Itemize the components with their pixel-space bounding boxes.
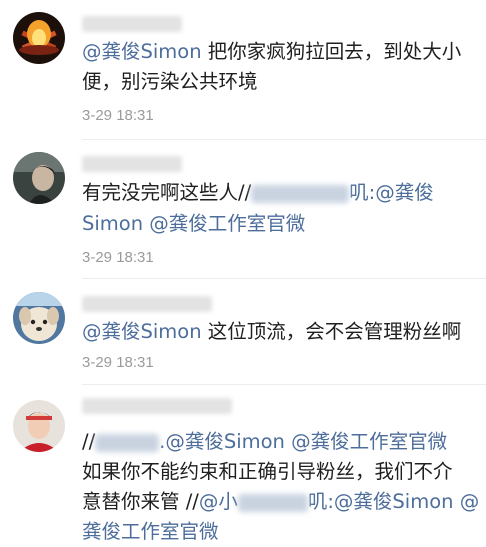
comment-text-segment: 便，别污染公共环境 bbox=[82, 70, 258, 93]
divider bbox=[82, 278, 486, 279]
blurred-username[interactable] bbox=[95, 433, 160, 452]
mention-link[interactable]: @龚俊Simon bbox=[82, 40, 202, 63]
mention-link[interactable]: Simon @龚俊工作室官微 bbox=[82, 212, 305, 235]
username-blurred[interactable] bbox=[82, 398, 232, 414]
comment-text: 有完没完啊这些人// 叽:@龚俊 bbox=[82, 178, 466, 208]
comment-item[interactable]: @龚俊Simon 把你家疯狗拉回去，到处大小 便，别污染公共环境 3-29 18… bbox=[0, 0, 486, 140]
comment-text: 龚俊工作室官微 bbox=[82, 517, 466, 547]
comment-text: 便，别污染公共环境 bbox=[82, 67, 466, 97]
comment-time: 3-29 18:31 bbox=[82, 107, 154, 124]
blurred-username[interactable] bbox=[237, 493, 308, 512]
comment-time: 3-29 18:31 bbox=[82, 354, 154, 371]
mention-link[interactable]: 龚俊工作室官微 bbox=[82, 520, 219, 543]
comment-text: // .@龚俊Simon @龚俊工作室官微 bbox=[82, 427, 466, 457]
comment-text: @龚俊Simon 这位顶流，会不会管理粉丝啊 bbox=[82, 317, 466, 347]
username-blurred[interactable] bbox=[82, 296, 212, 312]
username-blurred[interactable] bbox=[82, 16, 182, 32]
comment-text-segment: // bbox=[82, 430, 96, 453]
comment-text-segment: 这位顶流，会不会管理粉丝啊 bbox=[201, 320, 462, 343]
comment-list: @龚俊Simon 把你家疯狗拉回去，到处大小 便，别污染公共环境 3-29 18… bbox=[0, 0, 486, 547]
mention-link[interactable]: .@龚俊Simon @龚俊工作室官微 bbox=[159, 430, 447, 453]
avatar[interactable] bbox=[13, 152, 65, 204]
username-blurred[interactable] bbox=[82, 156, 182, 172]
comment-text-segment: 把你家疯狗拉回去，到处大小 bbox=[201, 40, 462, 63]
mention-link[interactable]: 叽:@龚俊 bbox=[349, 181, 434, 204]
comment-text-segment: 如果你不能约束和正确引导粉丝，我们不介 bbox=[82, 460, 453, 483]
comment-text: @龚俊Simon 把你家疯狗拉回去，到处大小 bbox=[82, 37, 466, 67]
mention-link[interactable]: @龚俊Simon bbox=[82, 320, 202, 343]
comment-text-segment: 有完没完啊这些人// bbox=[82, 181, 252, 204]
comment-text: 如果你不能约束和正确引导粉丝，我们不介 bbox=[82, 457, 466, 487]
blurred-username[interactable] bbox=[251, 184, 350, 203]
comment-item[interactable]: // .@龚俊Simon @龚俊工作室官微 如果你不能约束和正确引导粉丝，我们不介… bbox=[0, 385, 486, 547]
avatar[interactable] bbox=[13, 12, 65, 64]
avatar[interactable] bbox=[13, 292, 65, 344]
comment-time: 3-29 18:31 bbox=[82, 249, 154, 266]
avatar[interactable] bbox=[13, 400, 65, 452]
mention-link[interactable]: 叽:@龚俊Simon @ bbox=[308, 490, 479, 513]
comment-text-segment: 意替你来管 // bbox=[82, 490, 199, 513]
comment-item[interactable]: 有完没完啊这些人// 叽:@龚俊 Simon @龚俊工作室官微 3-29 18:3… bbox=[0, 140, 486, 280]
comment-text: 意替你来管 //@小 叽:@龚俊Simon @ bbox=[82, 487, 479, 517]
comment-text: Simon @龚俊工作室官微 bbox=[82, 209, 466, 239]
mention-link[interactable]: @小 bbox=[199, 490, 238, 513]
comment-item[interactable]: @龚俊Simon 这位顶流，会不会管理粉丝啊 3-29 18:31 bbox=[0, 280, 486, 385]
